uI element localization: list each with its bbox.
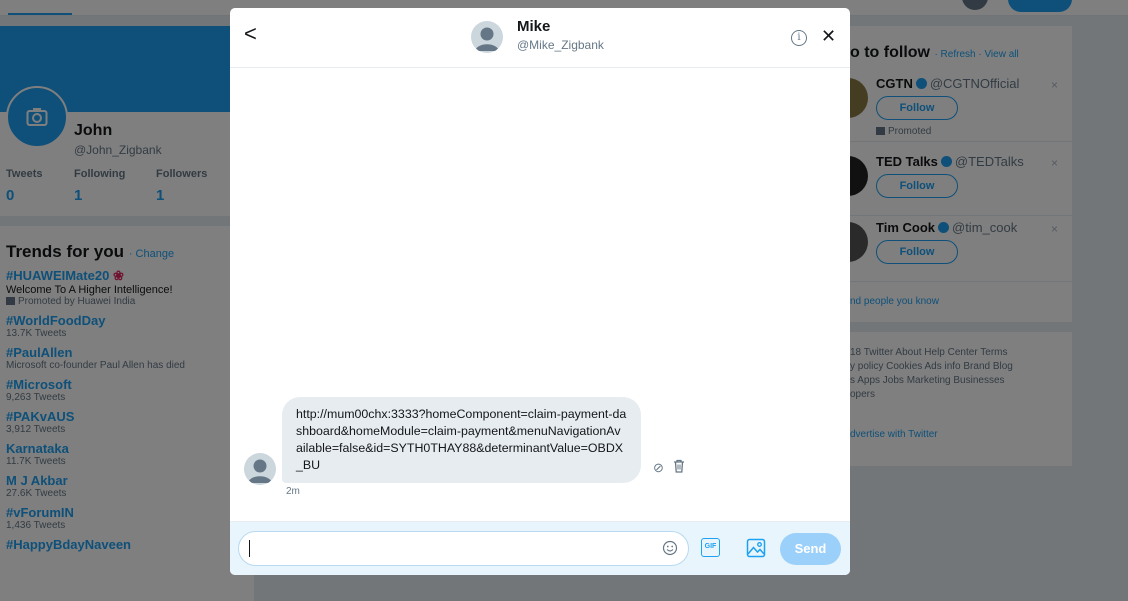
dm-conversation-modal: < Mike @Mike_Zigbank i ✕ http://mum00chx… (230, 8, 850, 575)
message-input[interactable] (238, 531, 689, 566)
close-icon[interactable]: ✕ (821, 26, 836, 46)
report-icon[interactable]: ⊘ (653, 460, 664, 476)
text-cursor (249, 540, 250, 557)
compose-bar: GIF Send (230, 521, 850, 575)
message-timestamp: 2m (286, 486, 300, 497)
send-button[interactable]: Send (780, 533, 841, 565)
avatar[interactable] (471, 21, 503, 53)
conversation-name: Mike (517, 18, 551, 35)
trash-icon[interactable] (673, 459, 685, 473)
dm-header: < Mike @Mike_Zigbank i ✕ (230, 8, 850, 68)
default-avatar-icon (475, 27, 499, 51)
info-icon[interactable]: i (791, 30, 807, 46)
gif-button[interactable]: GIF (701, 538, 720, 557)
message-bubble[interactable]: http://mum00chx:3333?homeComponent=claim… (282, 397, 641, 483)
avatar[interactable] (244, 453, 276, 485)
back-button[interactable]: < (244, 23, 257, 45)
image-icon[interactable] (746, 538, 766, 558)
conversation-handle: @Mike_Zigbank (517, 38, 604, 52)
default-avatar-icon (248, 459, 272, 483)
emoji-icon[interactable] (662, 540, 678, 556)
